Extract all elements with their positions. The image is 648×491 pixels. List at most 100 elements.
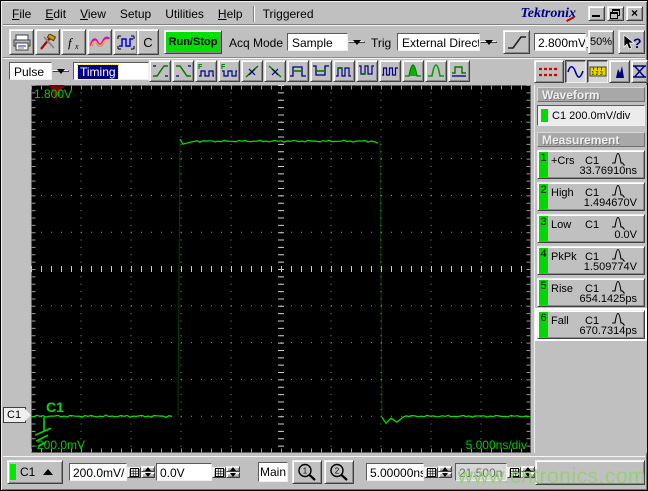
menu-item-file[interactable]: File xyxy=(5,4,38,24)
measurement-tile-pos-crs[interactable]: 1 +Crs C1 33.76910ns xyxy=(537,150,645,179)
measure-category-select[interactable]: Pulse xyxy=(9,60,69,82)
pos-cross-icon xyxy=(243,63,261,79)
neg-width-measure-button[interactable] xyxy=(310,60,332,82)
set-50-percent-button[interactable]: 50% xyxy=(588,30,614,54)
menu-item-view[interactable]: View xyxy=(73,4,113,24)
trig-source-select[interactable]: External Direct xyxy=(397,31,497,53)
keypad-icon[interactable] xyxy=(212,466,226,478)
vertical-offset-spinner[interactable] xyxy=(226,466,240,478)
measurement-tile-fall[interactable]: 6 Fall C1 670.7314ps xyxy=(537,310,645,339)
chevron-down-icon[interactable] xyxy=(348,40,365,45)
trace-high xyxy=(179,138,379,145)
minimize-icon xyxy=(592,15,600,17)
acq-mode-select[interactable]: Sample xyxy=(287,31,365,53)
histogram-button[interactable] xyxy=(609,60,630,83)
delay-value[interactable]: 21.500n xyxy=(455,463,507,481)
pulse-brackets-icon xyxy=(116,34,136,51)
vertical-offset-value[interactable]: 0.0V xyxy=(156,463,212,481)
measurement-tile-rise[interactable]: 5 Rise C1 654.1425ps xyxy=(537,278,645,307)
tools-button[interactable] xyxy=(35,29,60,55)
menu-item-edit[interactable]: Edit xyxy=(38,4,73,24)
neg-cross-icon xyxy=(266,63,284,79)
channel-c1-tab[interactable]: C1 xyxy=(3,407,31,423)
timebase-field: 5.00000ns xyxy=(366,461,452,483)
timebase-value[interactable]: 5.00000ns xyxy=(366,463,424,481)
pos-width-icon xyxy=(289,63,307,79)
fall-time-icon xyxy=(174,63,192,79)
neg-duty-measure-button[interactable] xyxy=(356,60,378,82)
restore-button[interactable] xyxy=(607,6,624,21)
chevron-down-icon[interactable] xyxy=(52,69,69,74)
waveform-color-button[interactable] xyxy=(87,29,112,55)
measurement-index-badge: 2 xyxy=(539,184,548,209)
waveform-display-icon xyxy=(566,64,585,79)
print-button[interactable] xyxy=(9,29,34,55)
svg-text:2: 2 xyxy=(335,466,340,475)
horizontal-mode-indicator[interactable]: Main xyxy=(258,462,288,482)
tools-icon xyxy=(38,33,58,51)
measurement-tile-high[interactable]: 2 High C1 1.494670V xyxy=(537,182,645,211)
svg-text:f: f xyxy=(68,35,74,50)
function-button[interactable]: fx xyxy=(61,29,86,55)
mag1-zoom-button[interactable]: 1 xyxy=(292,460,322,484)
pos-cross-measure-button[interactable] xyxy=(241,60,263,82)
pos-frequency-measure-button[interactable]: F xyxy=(195,60,217,82)
rise-time-measure-button[interactable] xyxy=(149,60,171,82)
measurement-tile-low[interactable]: 3 Low C1 0.0V xyxy=(537,214,645,243)
ruler-display-button[interactable]: 1 2 3 xyxy=(587,60,608,83)
keypad-icon[interactable] xyxy=(424,466,438,478)
menu-status-divider xyxy=(252,5,255,22)
svg-text:F: F xyxy=(198,64,203,71)
trig-source-value: External Direct xyxy=(397,33,480,51)
vertical-scale-spinner[interactable] xyxy=(141,466,155,478)
mag2-zoom-button[interactable]: 2 xyxy=(324,460,354,484)
waveform-list-item[interactable]: C1 200.0mV/div xyxy=(537,105,645,126)
settling-measure-button[interactable] xyxy=(448,60,470,82)
svg-text:?: ? xyxy=(633,35,642,51)
vertical-scale-value[interactable]: 200.0mV/ xyxy=(69,463,127,481)
trigger-slope-button[interactable] xyxy=(503,30,530,54)
neg-frequency-measure-button[interactable]: F xyxy=(218,60,240,82)
svg-text:x: x xyxy=(74,42,79,51)
channel-select-button[interactable]: C1 xyxy=(7,460,63,484)
menu-item-setup[interactable]: Setup xyxy=(113,4,158,24)
channel-button-label: C1 xyxy=(20,465,36,479)
menu-item-help[interactable]: Help xyxy=(211,4,250,24)
context-help-button[interactable]: ? xyxy=(618,30,645,54)
cursors-button[interactable] xyxy=(534,60,564,83)
title-menu-bar: File Edit View Setup Utilities Help Triggered… xyxy=(3,3,645,25)
fall-time-measure-button[interactable] xyxy=(172,60,194,82)
period-measure-button[interactable] xyxy=(379,60,401,82)
pulse-brackets-button[interactable] xyxy=(113,29,138,55)
neg-pulse-measure-button[interactable] xyxy=(425,60,447,82)
function-icon: fx xyxy=(64,34,84,51)
side-panel: Waveform C1 200.0mV/div Measurement 1 +Cr… xyxy=(534,85,647,453)
settling-icon xyxy=(450,63,468,79)
c-button[interactable]: C xyxy=(137,29,159,55)
eye-diagram-icon xyxy=(632,64,647,79)
delay-spinner[interactable] xyxy=(521,466,535,478)
menu-bar: File Edit View Setup Utilities Help xyxy=(5,5,250,23)
minimize-button[interactable] xyxy=(588,6,605,21)
close-icon: × xyxy=(630,6,638,20)
trig-level-value[interactable]: 2.800mV xyxy=(534,33,586,51)
pos-pulse-measure-button[interactable] xyxy=(402,60,424,82)
menu-item-utilities[interactable]: Utilities xyxy=(158,4,211,24)
waveform-display-button[interactable] xyxy=(565,60,586,83)
keypad-icon[interactable] xyxy=(507,466,521,478)
channel-color-swatch xyxy=(541,109,548,122)
pos-width-measure-button[interactable] xyxy=(287,60,309,82)
run-stop-button[interactable]: Run/Stop xyxy=(164,30,222,54)
keypad-icon[interactable] xyxy=(127,466,141,478)
eye-diagram-button[interactable] xyxy=(631,60,648,83)
close-button[interactable]: × xyxy=(626,6,643,21)
neg-cross-measure-button[interactable] xyxy=(264,60,286,82)
channel-tab-label: C1 xyxy=(7,409,22,421)
main-toolbar: fx C Run/Stop Acq Mode Sample Trig Exter… xyxy=(3,27,645,58)
timebase-spinner[interactable] xyxy=(438,466,452,478)
print-icon xyxy=(12,34,32,51)
measurement-tile-pkpk[interactable]: 4 PkPk C1 1.509774V xyxy=(537,246,645,275)
pos-duty-measure-button[interactable] xyxy=(333,60,355,82)
chevron-down-icon[interactable] xyxy=(480,40,497,45)
vertical-offset-field: 0.0V xyxy=(156,461,240,483)
